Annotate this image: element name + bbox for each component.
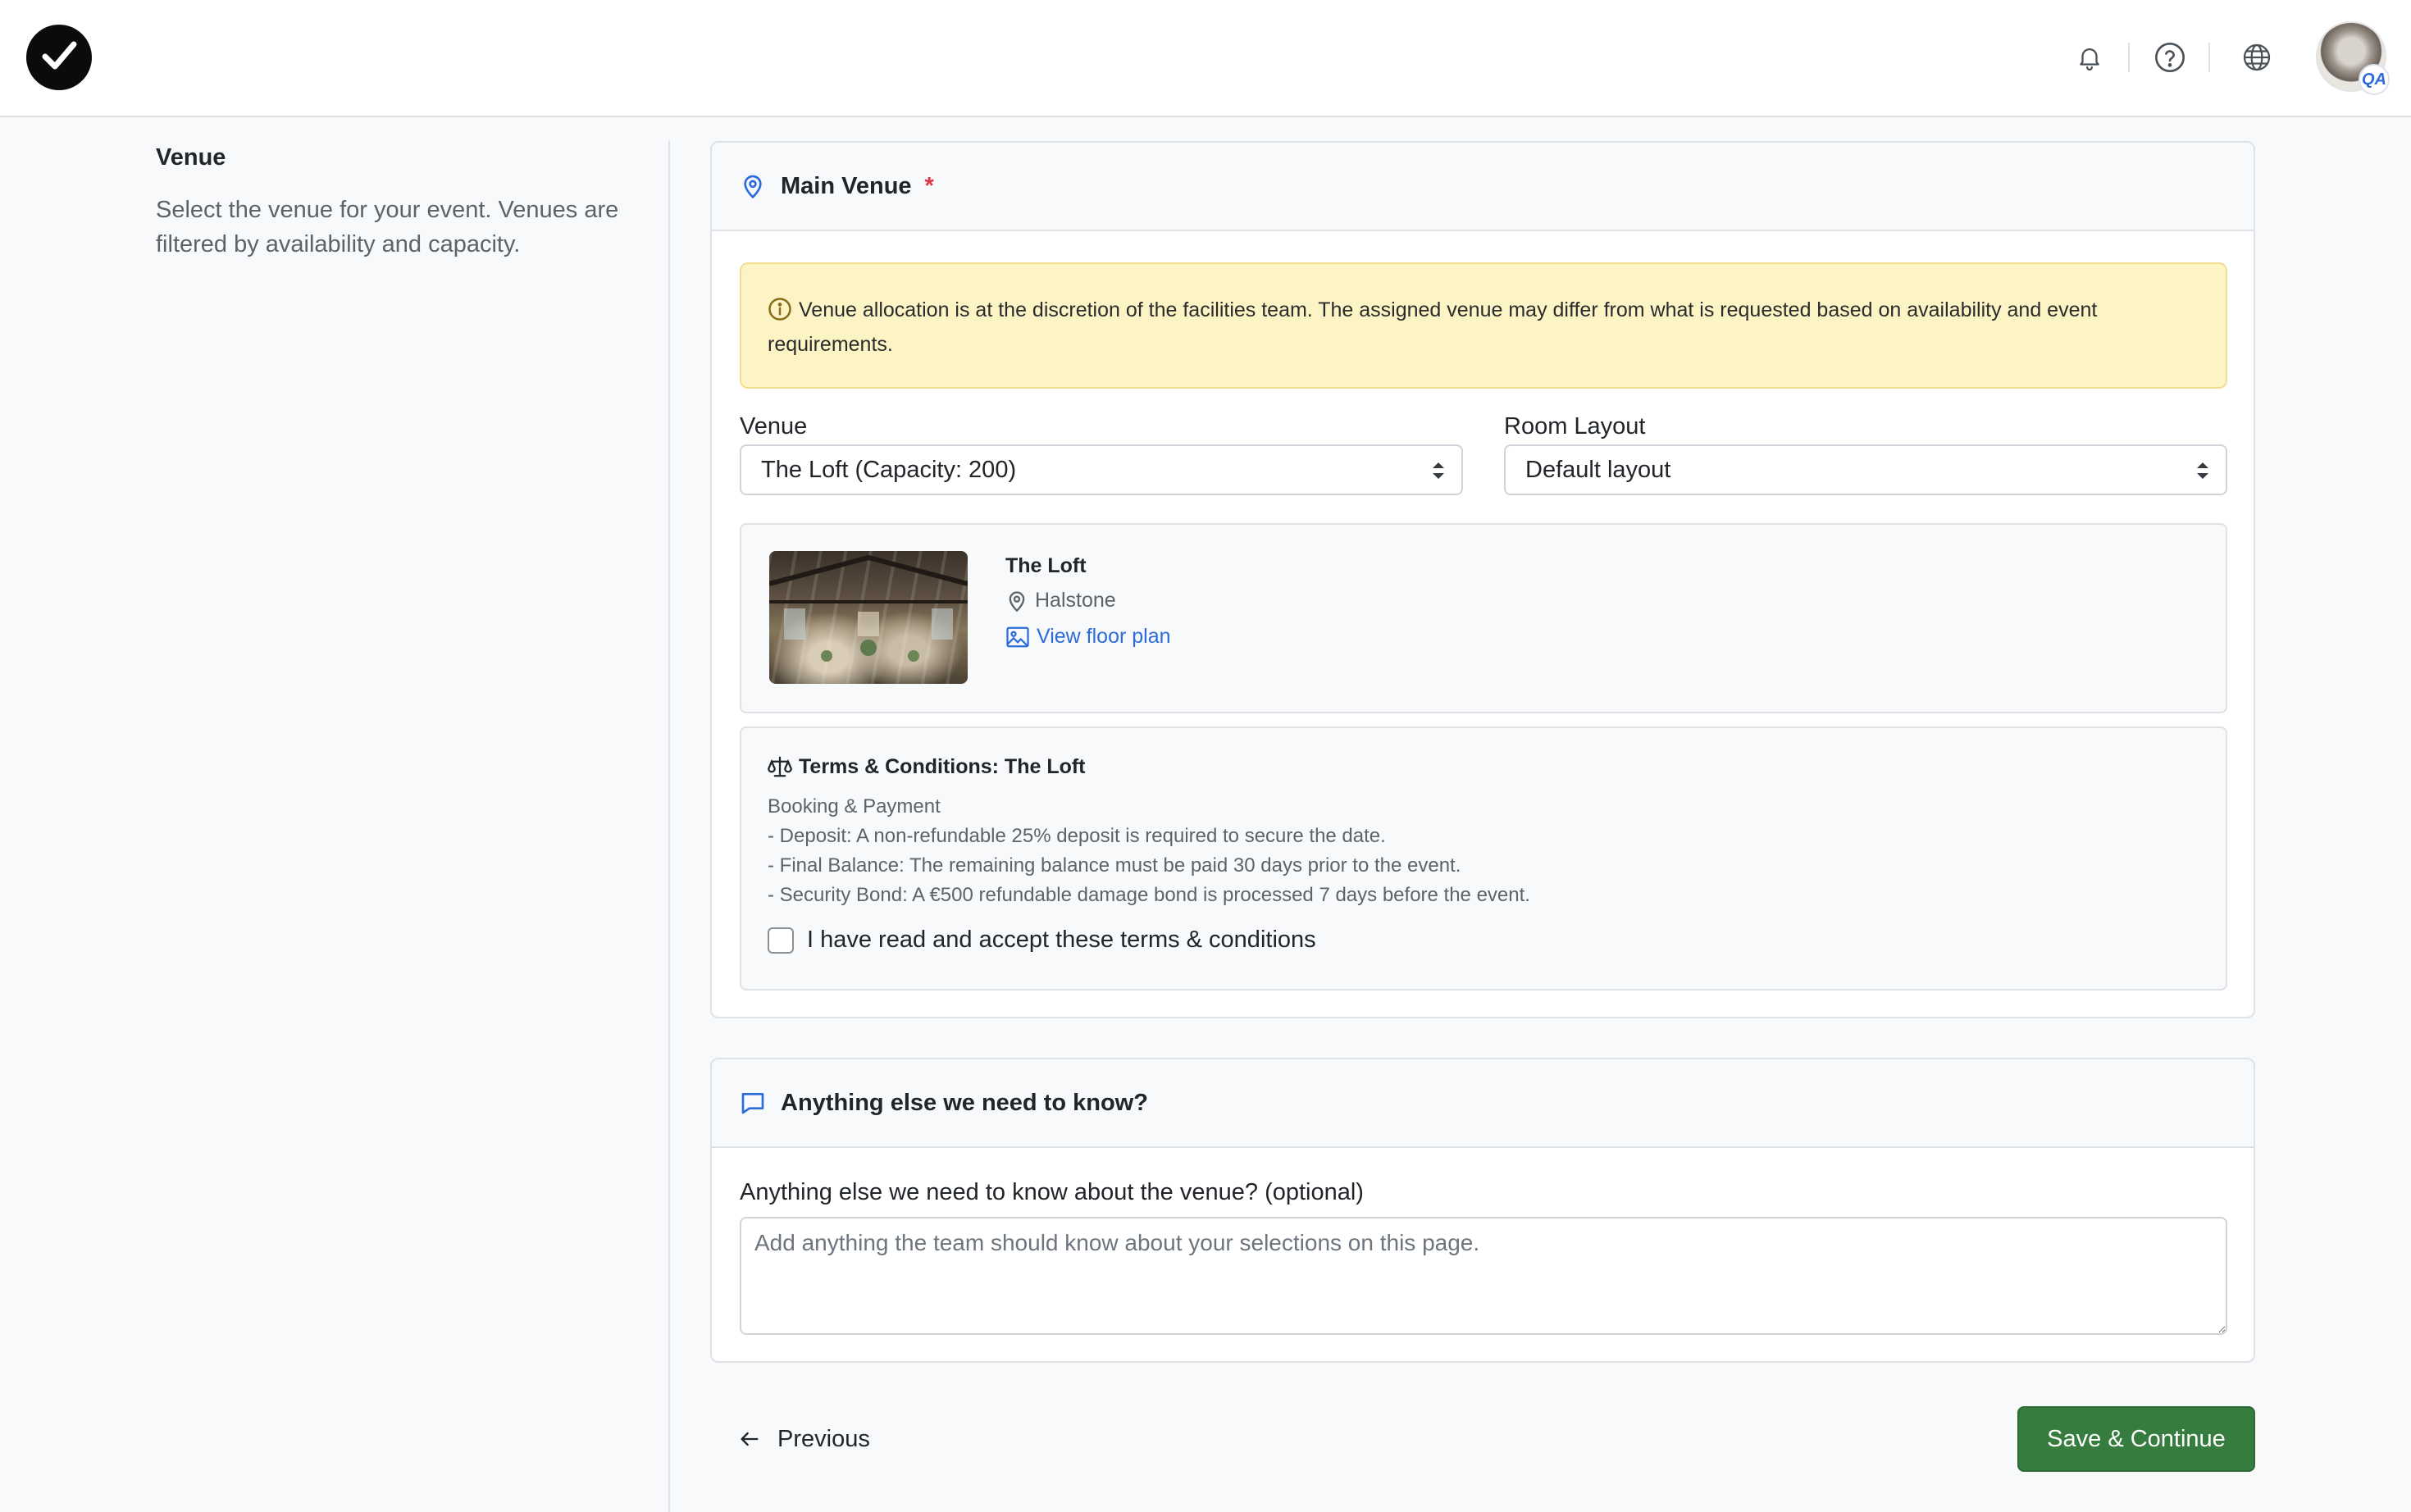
- help-question-icon[interactable]: [2149, 36, 2191, 79]
- terms-title: Terms & Conditions: The Loft: [768, 754, 1086, 779]
- select-caret-icon: [2195, 459, 2211, 489]
- accept-terms-label[interactable]: I have read and accept these terms & con…: [807, 927, 1316, 954]
- top-navbar: QA: [0, 0, 2411, 117]
- room-layout-select[interactable]: Default layout: [1504, 444, 2227, 495]
- view-floor-plan-link[interactable]: View floor plan: [1005, 625, 1171, 649]
- terms-body: Booking & Payment - Deposit: A non-refun…: [768, 792, 1530, 910]
- navbar-separator: [2128, 43, 2130, 72]
- language-globe-icon[interactable]: [2236, 36, 2278, 79]
- arrow-left-icon: [741, 1432, 759, 1446]
- notes-header: Anything else we need to know?: [712, 1059, 2254, 1148]
- terms-line: - Security Bond: A €500 refundable damag…: [768, 884, 1530, 906]
- navbar-separator: [2208, 43, 2210, 72]
- notes-title: Anything else we need to know?: [781, 1089, 1148, 1116]
- main-venue-card: Main Venue * Venue allocation is at the …: [710, 141, 2255, 1018]
- terms-line: - Deposit: A non-refundable 25% deposit …: [768, 825, 1386, 847]
- image-icon: [1006, 626, 1029, 647]
- room-layout-label: Room Layout: [1504, 413, 1646, 439]
- terms-conditions-box: Terms & Conditions: The Loft Booking & P…: [740, 726, 2227, 991]
- save-continue-button[interactable]: Save & Continue: [2017, 1406, 2255, 1472]
- location-pin-icon: [1009, 590, 1025, 612]
- venue-allocation-notice: Venue allocation is at the discretion of…: [740, 262, 2227, 389]
- scales-icon: [768, 756, 792, 777]
- venue-name: The Loft: [1005, 554, 1087, 577]
- notifications-bell-icon[interactable]: [2068, 36, 2111, 79]
- previous-button[interactable]: Previous: [738, 1412, 870, 1466]
- terms-line: - Final Balance: The remaining balance m…: [768, 854, 1461, 877]
- message-bubble-icon: [740, 1090, 766, 1116]
- venue-location-text: Halstone: [1035, 589, 1116, 612]
- accept-terms-checkbox[interactable]: [768, 927, 794, 954]
- section-title: Venue: [156, 144, 226, 171]
- info-icon: [768, 297, 792, 330]
- section-sidebar: Venue Select the venue for your event. V…: [156, 144, 648, 262]
- select-caret-icon: [1430, 459, 1447, 489]
- venue-select[interactable]: The Loft (Capacity: 200): [740, 444, 1463, 495]
- notes-textarea[interactable]: [740, 1217, 2227, 1335]
- selected-venue-details: The Loft Halstone View floor plan: [740, 523, 2227, 713]
- map-pin-icon: [740, 173, 766, 199]
- section-description: Select the venue for your event. Venues …: [156, 197, 619, 257]
- notice-text: Venue allocation is at the discretion of…: [768, 298, 2098, 356]
- app-logo-checkmark-icon[interactable]: [26, 25, 92, 90]
- terms-title-text: Terms & Conditions: The Loft: [799, 754, 1086, 778]
- notes-field-label: Anything else we need to know about the …: [740, 1179, 1364, 1205]
- venue-location: Halstone: [1005, 589, 1116, 613]
- terms-heading: Booking & Payment: [768, 795, 941, 817]
- venue-select-value: The Loft (Capacity: 200): [761, 456, 1017, 483]
- venue-label: Venue: [740, 413, 808, 439]
- required-marker: *: [924, 172, 934, 199]
- view-floor-plan-text: View floor plan: [1037, 625, 1171, 648]
- user-initials-badge: QA: [2359, 64, 2390, 95]
- room-layout-select-value: Default layout: [1525, 456, 1671, 483]
- column-divider: [668, 141, 670, 1512]
- main-venue-header: Main Venue *: [712, 143, 2254, 231]
- venue-photo[interactable]: [769, 551, 968, 684]
- main-venue-title: Main Venue: [781, 172, 912, 199]
- accept-terms-row[interactable]: I have read and accept these terms & con…: [768, 927, 1316, 954]
- previous-label: Previous: [777, 1425, 870, 1452]
- additional-notes-card: Anything else we need to know? Anything …: [710, 1058, 2255, 1363]
